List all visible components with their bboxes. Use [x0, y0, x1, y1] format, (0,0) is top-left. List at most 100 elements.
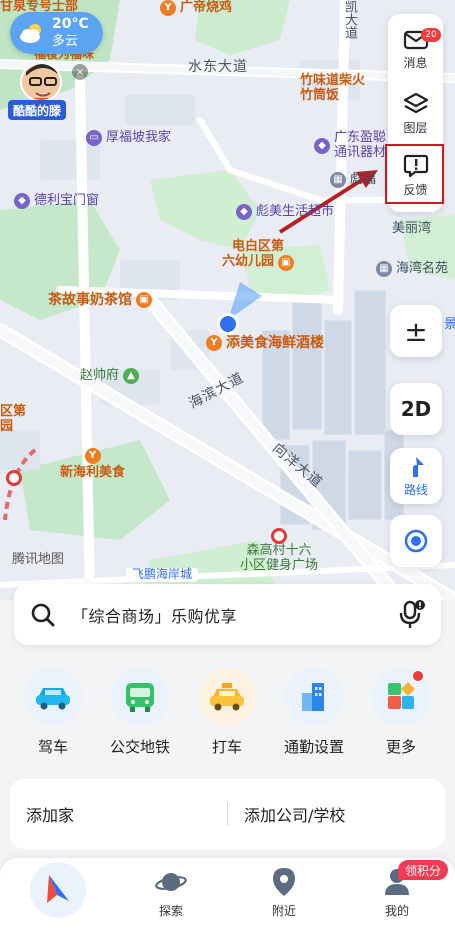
- poi-label: 区第: [0, 404, 27, 419]
- cloudy-icon: [18, 22, 46, 44]
- add-work-button[interactable]: 添加公司/学校: [228, 802, 445, 826]
- poi-label: 彪福: [350, 171, 377, 187]
- shop-icon: ◆: [14, 193, 30, 209]
- quick-action-transit[interactable]: 公交地铁: [97, 668, 183, 757]
- poi-senggao[interactable]: 森高村十六 小区健身广场: [240, 528, 318, 574]
- route-arrow-icon: [413, 456, 424, 477]
- points-badge[interactable]: 领积分: [398, 860, 448, 880]
- locate-icon: [404, 529, 428, 553]
- map-watermark: 腾讯地图: [12, 552, 65, 567]
- layers-button[interactable]: 图层: [388, 84, 443, 144]
- poi-label: 彪美生活超市: [256, 203, 335, 219]
- poi-feipeng[interactable]: 飞鹏海岸城: [126, 567, 199, 582]
- weather-widget[interactable]: 20°C 多云: [10, 12, 103, 54]
- poi-meiliwan[interactable]: 美丽湾: [392, 221, 432, 237]
- road-label-kaida: 凯大道: [342, 0, 357, 39]
- poi-houfupo[interactable]: ▭ 厚福坡我家: [86, 130, 171, 146]
- poi-left-edge[interactable]: 区第 园: [0, 404, 27, 435]
- poi-label-2: 园: [0, 418, 14, 434]
- tab-map-home[interactable]: [30, 862, 86, 918]
- add-home-button[interactable]: 添加家: [10, 802, 227, 826]
- commute-icon: [285, 668, 343, 726]
- messages-label: 消息: [403, 56, 428, 70]
- more-notification-dot: [413, 671, 423, 681]
- poi-zhuwei[interactable]: 竹味道柴火 竹筒饭: [300, 73, 366, 104]
- microphone-icon[interactable]: [399, 599, 425, 630]
- taxi-icon: [198, 668, 256, 726]
- poi-label: 添美食海鲜酒楼: [226, 335, 324, 351]
- poi-label: 竹味道柴火: [300, 73, 366, 88]
- poi-tianmei[interactable]: Y 添美食海鲜酒楼: [206, 335, 324, 352]
- saved-addresses: 添加家 添加公司/学校: [10, 779, 445, 849]
- quick-action-drive[interactable]: 驾车: [10, 668, 96, 757]
- poi-label: 德利宝门窗: [34, 192, 100, 208]
- restaurant-icon: Y: [206, 335, 222, 352]
- building-icon: ▦: [376, 261, 392, 277]
- poi-biaofu[interactable]: ▦ 彪福: [330, 172, 376, 188]
- search-bar[interactable]: 「综合商场」乐购优享: [14, 584, 441, 645]
- poi-guangfu[interactable]: Y 广帝烧鸡: [160, 0, 232, 16]
- poi-label: 景: [444, 317, 455, 332]
- navigation-logo-icon: [47, 875, 69, 903]
- poi-label: 广帝烧鸡: [180, 0, 233, 15]
- building-icon: ▦: [330, 172, 346, 188]
- route-button[interactable]: 路线: [390, 448, 442, 504]
- quick-action-label: 公交地铁: [109, 738, 170, 756]
- poi-label-2: 通讯器材: [334, 144, 387, 160]
- feedback-highlight-box: [385, 144, 444, 204]
- cafe-icon: ▣: [136, 292, 152, 309]
- poi-deli[interactable]: ◆ 德利宝门窗: [14, 193, 99, 209]
- view-mode-button[interactable]: 2D: [390, 383, 442, 435]
- no-entry-symbol: [6, 470, 22, 486]
- weather-temperature: 20°C: [52, 16, 89, 33]
- shop-icon: ◆: [314, 137, 330, 154]
- poi-label: 电白区第: [232, 239, 285, 254]
- poi-label: 厚福坡我家: [106, 129, 172, 145]
- sports-icon: [271, 528, 287, 544]
- poi-chagushi[interactable]: 茶故事奶茶馆 ▣: [48, 292, 152, 309]
- quick-action-taxi[interactable]: 打车: [184, 668, 270, 757]
- layers-label: 图层: [403, 121, 428, 135]
- car-icon: [24, 668, 82, 726]
- poi-zhaoshuai[interactable]: 赵帅府 ▲: [80, 368, 140, 384]
- poi-label: 海湾名苑: [396, 260, 449, 276]
- poi-jing[interactable]: 景: [444, 317, 455, 333]
- quick-action-label: 打车: [211, 738, 242, 756]
- search-input[interactable]: 「综合商场」乐购优享: [72, 603, 399, 627]
- bus-icon: [111, 668, 169, 726]
- avatar: [20, 62, 62, 102]
- promo-avatar[interactable]: × 酷酷的滕: [8, 62, 88, 120]
- restaurant-icon: Y: [84, 448, 101, 464]
- poi-label: 新海利美食: [60, 465, 126, 480]
- poi-guangdong[interactable]: ◆ 广东盈聪 通讯器材: [314, 130, 387, 161]
- poi-dianbai[interactable]: 电白区第 六幼儿园 ▣: [222, 239, 295, 271]
- poi-haiwan[interactable]: ▦ 海湾名苑: [376, 261, 448, 277]
- hotel-icon: ▭: [86, 130, 102, 146]
- tab-label: 我的: [384, 904, 409, 918]
- poi-label: 美丽湾: [392, 221, 432, 236]
- quick-action-more[interactable]: 更多: [358, 668, 444, 757]
- tab-label: 附近: [271, 904, 296, 918]
- road-label-shuidong: 水东大道: [188, 59, 248, 75]
- tab-explore[interactable]: 探索: [136, 866, 206, 919]
- scenic-icon: ▲: [123, 368, 140, 384]
- school-icon: ▣: [278, 254, 295, 271]
- layers-icon: [403, 92, 428, 114]
- planet-icon: [155, 866, 187, 898]
- tab-nearby[interactable]: 附近: [249, 866, 319, 919]
- quick-action-commute[interactable]: 通勤设置: [271, 668, 357, 757]
- weather-condition: 多云: [52, 33, 79, 49]
- zoom-button[interactable]: ±: [390, 305, 442, 357]
- poi-label-2: 竹筒饭: [300, 87, 340, 103]
- close-icon[interactable]: ×: [72, 64, 88, 80]
- quick-action-label: 更多: [385, 738, 416, 756]
- poi-xinhaili[interactable]: Y 新海利美食: [60, 448, 125, 481]
- quick-actions: 驾车 公交地铁 打车 通勤设置 更多: [0, 668, 455, 758]
- poi-biaomei[interactable]: ◆ 彪美生活超市: [236, 204, 334, 220]
- restaurant-icon: Y: [160, 0, 176, 16]
- route-label: 路线: [403, 482, 428, 497]
- poi-label-2: 六幼儿园: [222, 254, 275, 270]
- poi-label: 飞鹏海岸城: [132, 567, 193, 581]
- locate-button[interactable]: [390, 515, 442, 567]
- promo-tag: 酷酷的滕: [8, 100, 66, 120]
